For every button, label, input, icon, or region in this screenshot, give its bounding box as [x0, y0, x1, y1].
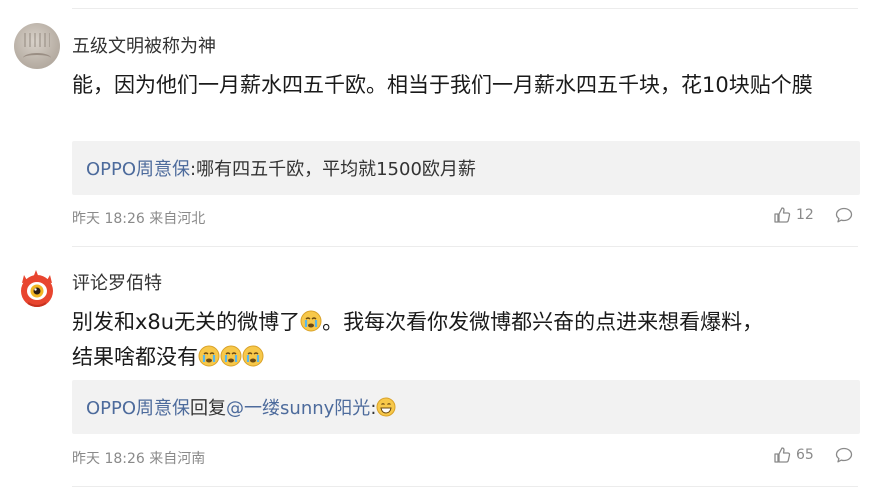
like-button[interactable]: 65 [773, 446, 814, 464]
comment-username[interactable]: 评论罗佰特 [72, 269, 162, 295]
comment-button[interactable] [835, 447, 853, 468]
reply-preview[interactable]: OPPO周意保:哪有四五千欧，平均就1500欧月薪 [72, 141, 860, 195]
comment-meta: 昨天 18:26 来自河南 [72, 448, 205, 468]
crying-emoji-icon [198, 345, 220, 367]
comment-location: 来自河北 [149, 211, 206, 227]
comment-username[interactable]: 五级文明被称为神 [72, 32, 216, 58]
comment-text-part: 。我每次看你发微博都兴奋的点进来想看爆料， [322, 310, 764, 334]
avatar[interactable] [14, 266, 60, 312]
like-count: 65 [796, 447, 814, 463]
comment-divider [72, 486, 858, 487]
reply-content: :哪有四五千欧，平均就1500欧月薪 [190, 159, 476, 180]
comment-meta: 昨天 18:26 来自河北 [72, 208, 205, 228]
reply-mention[interactable]: @一缕sunny阳光 [226, 398, 370, 419]
top-divider [72, 8, 858, 9]
comment-bubble-icon [835, 447, 853, 463]
crying-emoji-icon [220, 345, 242, 367]
comment-button[interactable] [835, 207, 853, 228]
comment-text-part: 别发和x8u无关的微博了 [72, 310, 301, 334]
comment-text: 能，因为他们一月薪水四五千欧。相当于我们一月薪水四五千块，花10块贴个膜 [72, 73, 813, 97]
comment-text-part: 结果啥都没有 [72, 345, 198, 369]
like-button[interactable]: 12 [773, 206, 814, 224]
avatar-photo-detail [23, 53, 51, 63]
crying-emoji-icon [242, 345, 264, 367]
grinning-emoji-icon [376, 397, 396, 417]
reply-username[interactable]: OPPO周意保 [86, 398, 190, 419]
reply-label: 回复 [190, 398, 227, 419]
weibo-eye-mascot-icon [21, 270, 53, 307]
thumbs-up-icon [774, 207, 791, 223]
comment-divider [72, 246, 858, 247]
reply-text: OPPO周意保回复@一缕sunny阳光: [86, 394, 396, 420]
comment-location: 来自河南 [149, 451, 206, 467]
comment-text: 别发和x8u无关的微博了 。我每次看你发微博都兴奋的点进来想看爆料， 结果啥都没有 [72, 305, 862, 375]
reply-preview[interactable]: OPPO周意保回复@一缕sunny阳光: [72, 380, 860, 434]
comment-time: 昨天 18:26 [72, 451, 145, 467]
reply-text: OPPO周意保:哪有四五千欧，平均就1500欧月薪 [86, 155, 476, 181]
avatar[interactable] [14, 23, 60, 69]
like-count: 12 [796, 207, 814, 223]
comment-bubble-icon [835, 207, 853, 223]
reply-username[interactable]: OPPO周意保 [86, 159, 190, 180]
comment-time: 昨天 18:26 [72, 211, 145, 227]
thumbs-up-icon [774, 447, 791, 463]
crying-emoji-icon [300, 310, 322, 332]
avatar-photo-detail [24, 33, 50, 47]
